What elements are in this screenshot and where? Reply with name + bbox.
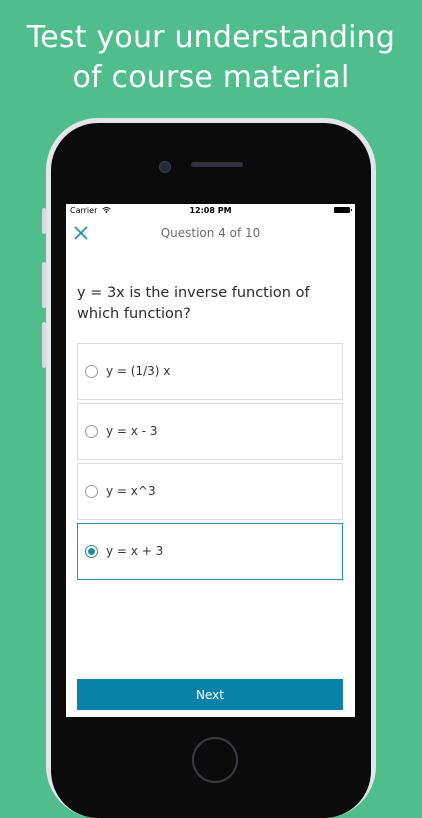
status-bar: Carrier 12:08 PM (66, 204, 355, 218)
volume-down-button (42, 322, 46, 368)
speaker-grille (191, 162, 243, 167)
answer-option-label: y = (1/3) x (106, 364, 171, 378)
home-button (192, 737, 238, 783)
nav-title: Question 4 of 10 (160, 226, 261, 240)
answer-option-label: y = x^3 (106, 484, 156, 498)
status-time: 12:08 PM (189, 206, 232, 215)
answer-option-label: y = x - 3 (106, 424, 158, 438)
headline: Test your understanding of course materi… (0, 18, 422, 98)
answer-options: y = (1/3) x y = x - 3 y = x^3 y = x + 3 (77, 343, 343, 583)
volume-up-button (42, 262, 46, 308)
camera-icon (159, 161, 171, 173)
question-text: y = 3x is the inverse function of which … (77, 285, 310, 322)
headline-line-2: of course material (72, 60, 350, 95)
app-screen: Carrier 12:08 PM Question 4 of 10 y = 3x… (66, 204, 355, 717)
answer-option-2[interactable]: y = x - 3 (77, 403, 343, 460)
radio-button[interactable] (85, 425, 98, 438)
mute-switch (42, 208, 46, 234)
headline-line-1: Test your understanding (26, 20, 396, 55)
battery-icon (334, 207, 352, 213)
answer-option-1[interactable]: y = (1/3) x (77, 343, 343, 400)
answer-option-4[interactable]: y = x + 3 (77, 523, 343, 580)
radio-button[interactable] (85, 545, 98, 558)
next-button[interactable]: Next (77, 679, 343, 710)
radio-button[interactable] (85, 485, 98, 498)
answer-option-label: y = x + 3 (106, 544, 164, 558)
radio-button[interactable] (85, 365, 98, 378)
answer-option-3[interactable]: y = x^3 (77, 463, 343, 520)
nav-bar: Question 4 of 10 (66, 218, 355, 248)
